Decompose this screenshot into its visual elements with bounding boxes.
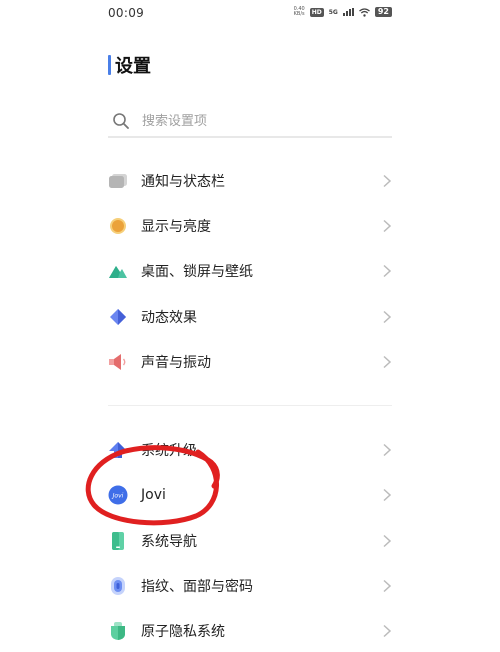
setting-item-sound[interactable]: 声音与振动: [108, 342, 392, 382]
wifi-icon: [358, 7, 370, 17]
group-divider: [108, 405, 392, 406]
setting-item-display[interactable]: 显示与亮度: [108, 206, 392, 246]
search-bar[interactable]: [108, 106, 392, 138]
brightness-icon: [108, 216, 128, 236]
setting-label: 指纹、面部与密码: [141, 579, 253, 595]
network-speed-unit: KB/s: [293, 11, 305, 17]
title-accent-bar: [108, 55, 111, 75]
setting-label: 通知与状态栏: [141, 174, 225, 190]
chevron-right-icon: [383, 310, 392, 324]
setting-item-navigation[interactable]: 系统导航: [108, 521, 392, 561]
setting-label: 声音与振动: [141, 355, 211, 371]
setting-item-privacy[interactable]: 原子隐私系统: [108, 611, 392, 651]
chevron-right-icon: [383, 174, 392, 188]
battery-level: 92: [374, 7, 392, 17]
chevron-right-icon: [383, 264, 392, 278]
settings-screen: 00:09 0.40 KB/s HD 5G 92 设置 搜索设置项 通知与状态栏…: [0, 0, 500, 652]
network-speed: 0.40 KB/s: [294, 7, 305, 17]
page-header: 设置: [108, 52, 151, 78]
setting-item-jovi[interactable]: Jovi Jovi: [108, 475, 392, 515]
setting-label: 系统导航: [141, 534, 197, 550]
chevron-right-icon: [383, 355, 392, 369]
chevron-right-icon: [383, 488, 392, 502]
fingerprint-icon: [108, 576, 128, 596]
setting-item-animation[interactable]: 动态效果: [108, 297, 392, 337]
privacy-shield-icon: [108, 621, 128, 641]
status-icons: 0.40 KB/s HD 5G 92: [294, 7, 392, 17]
setting-item-fingerprint[interactable]: 指纹、面部与密码: [108, 566, 392, 606]
setting-item-notifications[interactable]: 通知与状态栏: [108, 161, 392, 201]
signal-type-label: 5G: [328, 8, 338, 16]
speaker-icon: [108, 352, 128, 372]
setting-label: 系统升级: [141, 443, 197, 459]
wallpaper-mountain-icon: [108, 261, 128, 281]
status-bar: 00:09 0.40 KB/s HD 5G 92: [0, 0, 500, 28]
chevron-right-icon: [383, 579, 392, 593]
search-input[interactable]: [140, 112, 374, 130]
chevron-right-icon: [383, 443, 392, 457]
setting-item-system-update[interactable]: 系统升级: [108, 430, 392, 470]
jovi-icon: Jovi: [108, 485, 128, 505]
setting-item-wallpaper[interactable]: 桌面、锁屏与壁纸: [108, 251, 392, 291]
status-time: 00:09: [108, 6, 145, 20]
notification-bar-icon: [108, 171, 128, 191]
page-title: 设置: [115, 56, 151, 77]
animation-diamond-icon: [108, 307, 128, 327]
system-update-arrow-icon: [108, 440, 128, 460]
hd-badge: HD: [309, 7, 324, 17]
setting-label: 原子隐私系统: [141, 624, 225, 640]
setting-label: 动态效果: [141, 310, 197, 326]
chevron-right-icon: [383, 219, 392, 233]
signal-bars-icon: [342, 8, 354, 16]
phone-navigation-icon: [108, 531, 128, 551]
search-icon: [113, 113, 129, 129]
setting-label: Jovi: [141, 487, 166, 503]
chevron-right-icon: [383, 624, 392, 638]
chevron-right-icon: [383, 534, 392, 548]
setting-label: 桌面、锁屏与壁纸: [141, 264, 253, 280]
setting-label: 显示与亮度: [141, 219, 211, 235]
jovi-icon-text: Jovi: [112, 493, 124, 500]
